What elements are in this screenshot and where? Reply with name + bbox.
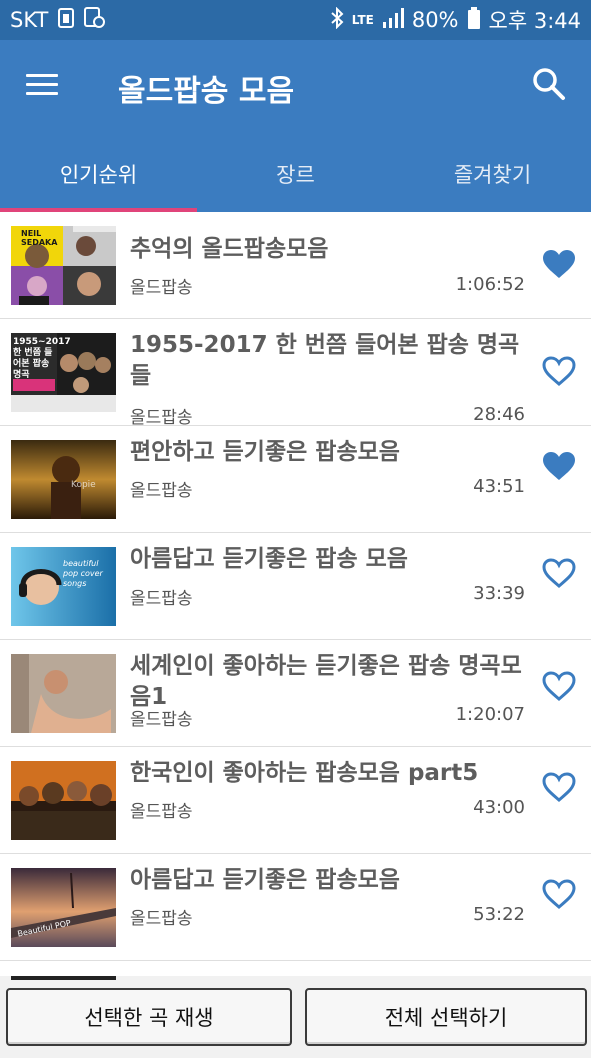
status-bar: SKT LTE 80% 오후 3:44: [0, 0, 591, 40]
list-item[interactable]: 1955~2017 한 번쯤 들어본 팝송 명곡 1955-2017 한 번쯤 …: [0, 319, 591, 428]
item-duration: 33:39: [473, 583, 525, 604]
item-title: 아름답고 듣기좋은 팝송 모음: [130, 546, 408, 572]
item-title: 아름답고 듣기좋은 팝송모음: [130, 867, 400, 893]
thumbnail: Beautiful POP: [11, 868, 116, 947]
item-genre: 올드팝송: [130, 481, 193, 501]
notification-icon: [84, 6, 106, 34]
item-duration: 28:46: [473, 404, 525, 425]
heart-outline-icon: [542, 356, 576, 386]
item-duration: 1:20:07: [455, 704, 525, 725]
search-icon: [533, 68, 565, 100]
item-duration: 53:22: [473, 904, 525, 925]
thumbnail: beautiful pop cover songs: [11, 547, 116, 626]
thumbnail: NEIL SEDAKA: [11, 226, 116, 305]
menu-button[interactable]: [22, 68, 64, 108]
favorite-toggle[interactable]: [541, 557, 579, 591]
heart-outline-icon: [542, 671, 576, 701]
item-genre: 올드팝송: [130, 278, 193, 298]
item-duration: 43:00: [473, 797, 525, 818]
tab-popular[interactable]: 인기순위: [0, 136, 197, 212]
thumbnail: 1955~2017 한 번쯤 들어본 팝송 명곡: [11, 333, 116, 412]
heart-outline-icon: [542, 558, 576, 588]
play-selected-button[interactable]: 선택한 곡 재생: [6, 988, 292, 1046]
item-title: 한국인이 좋아하는 팝송모음 part5: [130, 760, 479, 786]
favorite-toggle[interactable]: [541, 248, 579, 282]
favorite-toggle[interactable]: [541, 670, 579, 704]
app-title: 올드팝송 모음: [118, 74, 295, 109]
thumbnail: [11, 654, 116, 733]
heart-filled-icon: [543, 250, 575, 278]
next-item-thumbnail-edge: [11, 976, 116, 980]
favorite-toggle[interactable]: [541, 771, 579, 805]
item-title: 추억의 올드팝송모음: [130, 236, 329, 262]
battery-percent: 80%: [411, 8, 459, 32]
thumbnail-text: Kopie: [71, 480, 96, 490]
menu-icon: [26, 74, 58, 77]
tab-favorites[interactable]: 즐겨찾기: [394, 136, 591, 212]
clock: 오후 3:44: [488, 9, 581, 33]
tab-genre[interactable]: 장르: [197, 136, 394, 212]
sim-icon: [58, 7, 75, 33]
thumbnail-text: beautiful pop cover songs: [63, 559, 103, 588]
list-item[interactable]: NEIL SEDAKA 추억의 올드팝송모음 올드팝송 1:06:52: [0, 212, 591, 319]
favorite-toggle[interactable]: [541, 355, 579, 389]
heart-outline-icon: [542, 772, 576, 802]
item-title: 편안하고 듣기좋은 팝송모음: [130, 439, 400, 465]
list-item[interactable]: 한국인이 좋아하는 팝송모음 part5 올드팝송 43:00: [0, 747, 591, 854]
thumbnail: [11, 761, 116, 840]
app-bar: 올드팝송 모음: [0, 40, 591, 136]
battery-icon: [467, 6, 481, 34]
song-list: NEIL SEDAKA 추억의 올드팝송모음 올드팝송 1:06:52 1955…: [0, 212, 591, 961]
network-label: LTE: [351, 13, 374, 27]
heart-outline-icon: [542, 879, 576, 909]
list-item[interactable]: Kopie 편안하고 듣기좋은 팝송모음 올드팝송 43:51: [0, 426, 591, 533]
heart-filled-icon: [543, 452, 575, 480]
item-title: 1955-2017 한 번쯤 들어본 팝송 명곡들: [130, 332, 520, 389]
signal-icon: [382, 7, 404, 33]
bluetooth-icon: [330, 6, 344, 34]
select-all-button[interactable]: 전체 선택하기: [305, 988, 587, 1046]
item-genre: 올드팝송: [130, 710, 193, 730]
tab-bar: 인기순위 장르 즐겨찾기: [0, 136, 591, 212]
list-item[interactable]: beautiful pop cover songs 아름답고 듣기좋은 팝송 모…: [0, 533, 591, 640]
thumbnail: Kopie: [11, 440, 116, 519]
search-button[interactable]: [531, 66, 571, 106]
item-genre: 올드팝송: [130, 408, 193, 428]
item-genre: 올드팝송: [130, 589, 193, 609]
bottom-action-bar: 선택한 곡 재생 전체 선택하기: [0, 976, 591, 1058]
list-item[interactable]: Beautiful POP 아름답고 듣기좋은 팝송모음 올드팝송 53:22: [0, 854, 591, 961]
favorite-toggle[interactable]: [541, 450, 579, 484]
thumbnail-text: NEIL SEDAKA: [21, 229, 58, 247]
carrier-label: SKT: [10, 8, 49, 32]
thumbnail-text: 1955~2017 한 번쯤 들어본 팝송 명곡: [13, 337, 71, 380]
favorite-toggle[interactable]: [541, 878, 579, 912]
item-genre: 올드팝송: [130, 909, 193, 929]
item-genre: 올드팝송: [130, 802, 193, 822]
item-duration: 43:51: [473, 476, 525, 497]
list-item[interactable]: 세계인이 좋아하는 듣기좋은 팝송 명곡모음1 올드팝송 1:20:07: [0, 640, 591, 747]
item-duration: 1:06:52: [455, 274, 525, 295]
